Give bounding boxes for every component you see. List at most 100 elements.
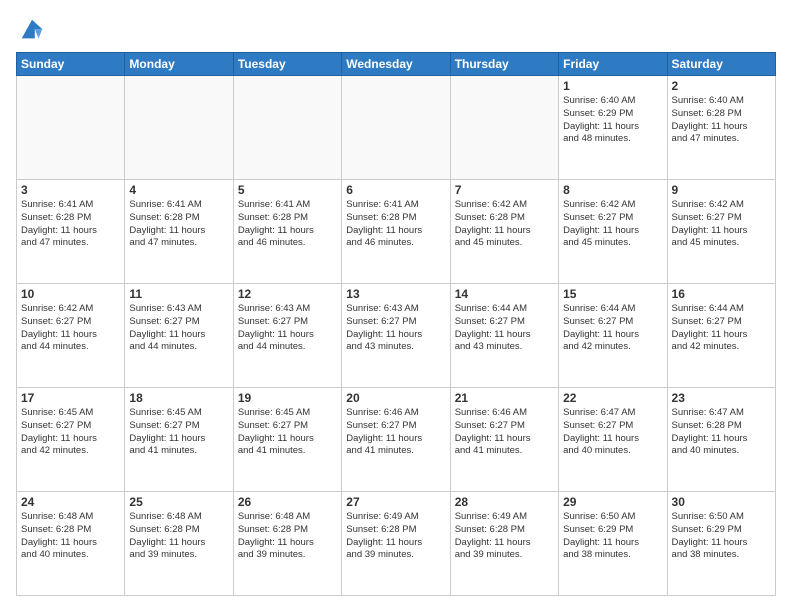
- day-number: 10: [21, 287, 120, 301]
- calendar-week-1: 1 Sunrise: 6:40 AM Sunset: 6:29 PM Daylig…: [17, 76, 776, 180]
- day-header-monday: Monday: [125, 53, 233, 76]
- day-number: 25: [129, 495, 228, 509]
- day-info: Sunrise: 6:46 AM Sunset: 6:27 PM Dayligh…: [346, 407, 445, 458]
- calendar-cell: 19 Sunrise: 6:45 AM Sunset: 6:27 PM Dayli…: [233, 388, 341, 492]
- calendar-cell: 21Sunrise: 6:46 AM Sunset: 6:27 PM Dayli…: [450, 388, 558, 492]
- logo: [16, 16, 46, 44]
- day-number: 30: [672, 495, 771, 509]
- day-number: 7: [455, 183, 554, 197]
- day-number: 19: [238, 391, 337, 405]
- day-header-tuesday: Tuesday: [233, 53, 341, 76]
- calendar-cell: 17 Sunrise: 6:45 AM Sunset: 6:27 PM Dayli…: [17, 388, 125, 492]
- day-info: Sunrise: 6:48 AM Sunset: 6:28 PM Dayligh…: [21, 511, 120, 562]
- calendar-cell: 6 Sunrise: 6:41 AM Sunset: 6:28 PM Daylig…: [342, 180, 450, 284]
- day-info: Sunrise: 6:41 AM Sunset: 6:28 PM Dayligh…: [346, 199, 445, 250]
- calendar-week-5: 24 Sunrise: 6:48 AM Sunset: 6:28 PM Dayli…: [17, 492, 776, 596]
- day-header-thursday: Thursday: [450, 53, 558, 76]
- day-number: 3: [21, 183, 120, 197]
- calendar-cell: 7 Sunrise: 6:42 AM Sunset: 6:28 PM Daylig…: [450, 180, 558, 284]
- calendar-cell: 26 Sunrise: 6:48 AM Sunset: 6:28 PM Dayli…: [233, 492, 341, 596]
- header: [16, 16, 776, 44]
- day-number: 16: [672, 287, 771, 301]
- day-number: 8: [563, 183, 662, 197]
- day-info: Sunrise: 6:43 AM Sunset: 6:27 PM Dayligh…: [129, 303, 228, 354]
- day-number: 6: [346, 183, 445, 197]
- day-info: Sunrise: 6:42 AM Sunset: 6:28 PM Dayligh…: [455, 199, 554, 250]
- calendar-cell: 16 Sunrise: 6:44 AM Sunset: 6:27 PM Dayli…: [667, 284, 775, 388]
- calendar-cell: 25 Sunrise: 6:48 AM Sunset: 6:28 PM Dayli…: [125, 492, 233, 596]
- day-info: Sunrise: 6:49 AM Sunset: 6:28 PM Dayligh…: [455, 511, 554, 562]
- calendar-cell: 18 Sunrise: 6:45 AM Sunset: 6:27 PM Dayli…: [125, 388, 233, 492]
- calendar-week-4: 17 Sunrise: 6:45 AM Sunset: 6:27 PM Dayli…: [17, 388, 776, 492]
- calendar-cell: [233, 76, 341, 180]
- calendar-cell: 4 Sunrise: 6:41 AM Sunset: 6:28 PM Daylig…: [125, 180, 233, 284]
- day-number: 4: [129, 183, 228, 197]
- calendar-cell: 11 Sunrise: 6:43 AM Sunset: 6:27 PM Dayli…: [125, 284, 233, 388]
- day-number: 26: [238, 495, 337, 509]
- day-number: 2: [672, 79, 771, 93]
- calendar-header-row: SundayMondayTuesdayWednesdayThursdayFrid…: [17, 53, 776, 76]
- day-info: Sunrise: 6:47 AM Sunset: 6:28 PM Dayligh…: [672, 407, 771, 458]
- day-info: Sunrise: 6:44 AM Sunset: 6:27 PM Dayligh…: [455, 303, 554, 354]
- calendar-cell: 22 Sunrise: 6:47 AM Sunset: 6:27 PM Dayli…: [559, 388, 667, 492]
- day-number: 20: [346, 391, 445, 405]
- day-number: 22: [563, 391, 662, 405]
- day-info: Sunrise: 6:44 AM Sunset: 6:27 PM Dayligh…: [672, 303, 771, 354]
- day-info: Sunrise: 6:40 AM Sunset: 6:29 PM Dayligh…: [563, 95, 662, 146]
- day-info: Sunrise: 6:50 AM Sunset: 6:29 PM Dayligh…: [563, 511, 662, 562]
- calendar-cell: 13Sunrise: 6:43 AM Sunset: 6:27 PM Dayli…: [342, 284, 450, 388]
- day-header-friday: Friday: [559, 53, 667, 76]
- day-number: 1: [563, 79, 662, 93]
- day-info: Sunrise: 6:41 AM Sunset: 6:28 PM Dayligh…: [129, 199, 228, 250]
- calendar-cell: 9 Sunrise: 6:42 AM Sunset: 6:27 PM Daylig…: [667, 180, 775, 284]
- calendar-cell: [342, 76, 450, 180]
- day-info: Sunrise: 6:41 AM Sunset: 6:28 PM Dayligh…: [238, 199, 337, 250]
- day-info: Sunrise: 6:45 AM Sunset: 6:27 PM Dayligh…: [129, 407, 228, 458]
- calendar-cell: [17, 76, 125, 180]
- day-info: Sunrise: 6:47 AM Sunset: 6:27 PM Dayligh…: [563, 407, 662, 458]
- calendar-cell: 15 Sunrise: 6:44 AM Sunset: 6:27 PM Dayli…: [559, 284, 667, 388]
- day-number: 5: [238, 183, 337, 197]
- logo-icon: [18, 16, 46, 44]
- day-info: Sunrise: 6:44 AM Sunset: 6:27 PM Dayligh…: [563, 303, 662, 354]
- day-info: Sunrise: 6:48 AM Sunset: 6:28 PM Dayligh…: [129, 511, 228, 562]
- day-header-saturday: Saturday: [667, 53, 775, 76]
- day-number: 9: [672, 183, 771, 197]
- day-info: Sunrise: 6:45 AM Sunset: 6:27 PM Dayligh…: [238, 407, 337, 458]
- day-header-sunday: Sunday: [17, 53, 125, 76]
- day-info: Sunrise: 6:42 AM Sunset: 6:27 PM Dayligh…: [563, 199, 662, 250]
- day-info: Sunrise: 6:40 AM Sunset: 6:28 PM Dayligh…: [672, 95, 771, 146]
- day-header-wednesday: Wednesday: [342, 53, 450, 76]
- calendar-cell: 14 Sunrise: 6:44 AM Sunset: 6:27 PM Dayli…: [450, 284, 558, 388]
- day-number: 28: [455, 495, 554, 509]
- day-number: 14: [455, 287, 554, 301]
- calendar-cell: 27Sunrise: 6:49 AM Sunset: 6:28 PM Dayli…: [342, 492, 450, 596]
- calendar-cell: 2 Sunrise: 6:40 AM Sunset: 6:28 PM Daylig…: [667, 76, 775, 180]
- day-number: 15: [563, 287, 662, 301]
- calendar-cell: 29Sunrise: 6:50 AM Sunset: 6:29 PM Dayli…: [559, 492, 667, 596]
- day-info: Sunrise: 6:48 AM Sunset: 6:28 PM Dayligh…: [238, 511, 337, 562]
- day-info: Sunrise: 6:43 AM Sunset: 6:27 PM Dayligh…: [238, 303, 337, 354]
- calendar-cell: [450, 76, 558, 180]
- calendar-cell: 30Sunrise: 6:50 AM Sunset: 6:29 PM Dayli…: [667, 492, 775, 596]
- page: SundayMondayTuesdayWednesdayThursdayFrid…: [0, 0, 792, 612]
- calendar-week-2: 3 Sunrise: 6:41 AM Sunset: 6:28 PM Daylig…: [17, 180, 776, 284]
- calendar-cell: 1 Sunrise: 6:40 AM Sunset: 6:29 PM Daylig…: [559, 76, 667, 180]
- day-number: 13: [346, 287, 445, 301]
- day-number: 23: [672, 391, 771, 405]
- calendar-cell: 12Sunrise: 6:43 AM Sunset: 6:27 PM Dayli…: [233, 284, 341, 388]
- calendar-cell: 8 Sunrise: 6:42 AM Sunset: 6:27 PM Daylig…: [559, 180, 667, 284]
- day-info: Sunrise: 6:46 AM Sunset: 6:27 PM Dayligh…: [455, 407, 554, 458]
- day-info: Sunrise: 6:42 AM Sunset: 6:27 PM Dayligh…: [21, 303, 120, 354]
- calendar-cell: [125, 76, 233, 180]
- day-info: Sunrise: 6:42 AM Sunset: 6:27 PM Dayligh…: [672, 199, 771, 250]
- day-number: 27: [346, 495, 445, 509]
- day-info: Sunrise: 6:45 AM Sunset: 6:27 PM Dayligh…: [21, 407, 120, 458]
- calendar-cell: 24 Sunrise: 6:48 AM Sunset: 6:28 PM Dayli…: [17, 492, 125, 596]
- day-number: 18: [129, 391, 228, 405]
- calendar-cell: 23 Sunrise: 6:47 AM Sunset: 6:28 PM Dayli…: [667, 388, 775, 492]
- day-number: 24: [21, 495, 120, 509]
- day-number: 17: [21, 391, 120, 405]
- calendar-cell: 28 Sunrise: 6:49 AM Sunset: 6:28 PM Dayli…: [450, 492, 558, 596]
- day-number: 11: [129, 287, 228, 301]
